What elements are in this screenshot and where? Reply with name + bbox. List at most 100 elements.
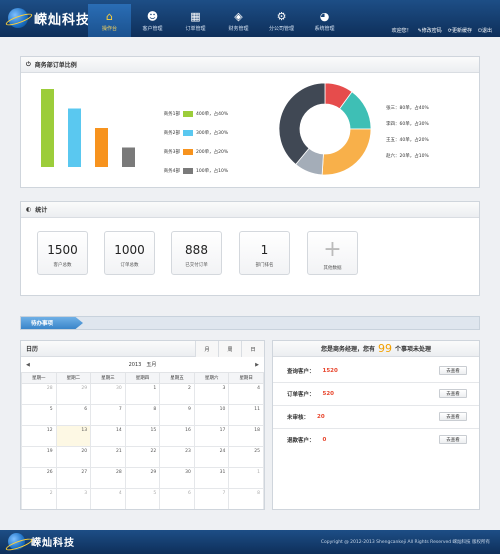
day-cell[interactable]: 2 [159,383,195,405]
day-cell[interactable]: 31 [193,467,230,489]
day-cell[interactable]: 28 [21,383,57,405]
stat-card-customers[interactable]: 1500 客户总数 [37,231,88,275]
next-month-icon[interactable]: ▶ [255,362,259,368]
nav-label: 操作台 [101,25,117,32]
view-button[interactable]: 去查看 [439,366,467,375]
change-password-link[interactable]: ✎修改密码 [418,27,442,34]
day-cell[interactable]: 29 [55,383,92,405]
logo[interactable]: 嵘灿科技 [8,8,90,28]
day-cell[interactable]: 23 [159,446,195,468]
nav-item-system[interactable]: ◕ 系统管理 [303,4,346,37]
day-cell[interactable]: 12 [21,425,57,447]
day-cell[interactable]: 5 [21,404,57,426]
day-cell[interactable]: 18 [228,425,264,447]
weekday: 星期四 [124,372,161,384]
grid-icon: ▦ [190,9,201,23]
day-cell[interactable]: 3 [55,488,92,509]
footer-brand: 嵘灿科技 [31,538,75,549]
nav-label: 订单管理 [185,25,206,32]
donut-slice-3 [321,128,372,176]
day-cell[interactable]: 3 [193,383,230,405]
day-cell[interactable]: 27 [55,467,92,489]
stat-label: 订单总数 [120,263,139,268]
day-cell[interactable]: 28 [90,467,126,489]
day-cell[interactable]: 22 [124,446,161,468]
nav-item-orders[interactable]: ▦ 订单管理 [174,4,217,37]
tab-month[interactable]: 月 [195,341,218,357]
day-cell[interactable]: 4 [90,488,126,509]
legend-name: 商务2部 [163,130,180,136]
brand-name: 嵘灿科技 [34,12,91,28]
stat-card-orders[interactable]: 1000 订单总数 [104,231,155,275]
view-button[interactable]: 去查看 [439,435,467,444]
logout-link[interactable]: ⏻退出 [478,27,492,34]
bar-4 [122,147,135,167]
day-cell[interactable]: 21 [90,446,126,468]
stat-value: 1000 [114,243,145,257]
donut-legend: 张三：80单，占40% 李四：60单，占30% 王五：40单，占20% 赵六：2… [386,101,429,165]
day-cell[interactable]: 7 [90,404,126,426]
calendar-title: 日历 [26,346,39,353]
tab-day[interactable]: 日 [241,341,264,357]
day-cell[interactable]: 30 [90,383,126,405]
stat-card-more[interactable]: + 其他数据 [307,231,358,275]
day-cell[interactable]: 8 [124,404,161,426]
view-button[interactable]: 去查看 [439,412,467,421]
day-cell[interactable]: 7 [193,488,230,509]
pending-prefix: 您是商务经理，您有 [320,346,375,353]
day-cell[interactable]: 5 [124,488,161,509]
weekday: 星期三 [90,372,126,384]
day-cell-today[interactable]: 13 [55,425,92,447]
panel-header: ◐ 统计 [21,202,479,218]
nav-item-finance[interactable]: ◈ 财务管理 [217,4,260,37]
refresh-cache-link[interactable]: ⟳更新缓存 [448,27,472,34]
week-row: 28 29 30 1 2 3 4 [21,383,264,405]
stat-card-delivered[interactable]: 888 已交付订单 [171,231,222,275]
pending-value: 20 [317,413,325,420]
stat-card-rank[interactable]: 1 部门排名 [239,231,290,275]
day-cell[interactable]: 17 [193,425,230,447]
day-cell[interactable]: 10 [193,404,230,426]
tab-week[interactable]: 周 [218,341,241,357]
stat-label: 其他数据 [323,266,342,271]
plus-icon: + [323,237,342,262]
week-row: 2 3 4 5 6 7 8 [21,488,264,509]
day-cell[interactable]: 6 [159,488,195,509]
day-cell[interactable]: 4 [228,383,264,405]
day-cell[interactable]: 11 [228,404,264,426]
day-cell[interactable]: 15 [124,425,161,447]
view-button[interactable]: 去查看 [439,389,467,398]
day-cell[interactable]: 9 [159,404,195,426]
nav-item-customers[interactable]: ☻ 客户管理 [131,4,174,37]
nav-item-branches[interactable]: ⚙ 分公司管理 [260,4,303,37]
day-cell[interactable]: 25 [228,446,264,468]
todo-tab[interactable]: 待办事项 [21,317,83,329]
bar-1 [41,89,54,167]
gears-icon: ⚙ [276,9,287,23]
day-cell[interactable]: 6 [55,404,92,426]
legend-item: 张三：80单，占40% [386,106,429,111]
prev-month-icon[interactable]: ◀ [26,362,30,368]
day-cell[interactable]: 30 [159,467,195,489]
day-cell[interactable]: 26 [21,467,57,489]
day-cell[interactable]: 29 [124,467,161,489]
day-cell[interactable]: 14 [90,425,126,447]
day-cell[interactable]: 8 [228,488,264,509]
nav-item-dashboard[interactable]: ⌂ 操作台 [88,4,131,37]
day-cell[interactable]: 2 [21,488,57,509]
pending-label: 订单客户： [287,391,315,398]
day-cell[interactable]: 24 [193,446,230,468]
day-cell[interactable]: 1 [228,467,264,489]
main-nav: ⌂ 操作台 ☻ 客户管理 ▦ 订单管理 ◈ 财务管理 ⚙ 分公司管理 ◕ 系统管… [88,4,346,37]
day-cell[interactable]: 1 [124,383,161,405]
legend-name: 商务3部 [163,149,180,155]
todo-title: 待办事项 [31,321,54,327]
legend-text: 400单，占40% [196,111,229,117]
stat-value: 1 [260,243,269,257]
legend-item: 李四：60单，占30% [386,122,429,127]
day-cell[interactable]: 20 [55,446,92,468]
legend-name: 商务1部 [163,111,180,117]
day-cell[interactable]: 16 [159,425,195,447]
pending-label: 未审核： [287,414,310,421]
day-cell[interactable]: 19 [21,446,57,468]
